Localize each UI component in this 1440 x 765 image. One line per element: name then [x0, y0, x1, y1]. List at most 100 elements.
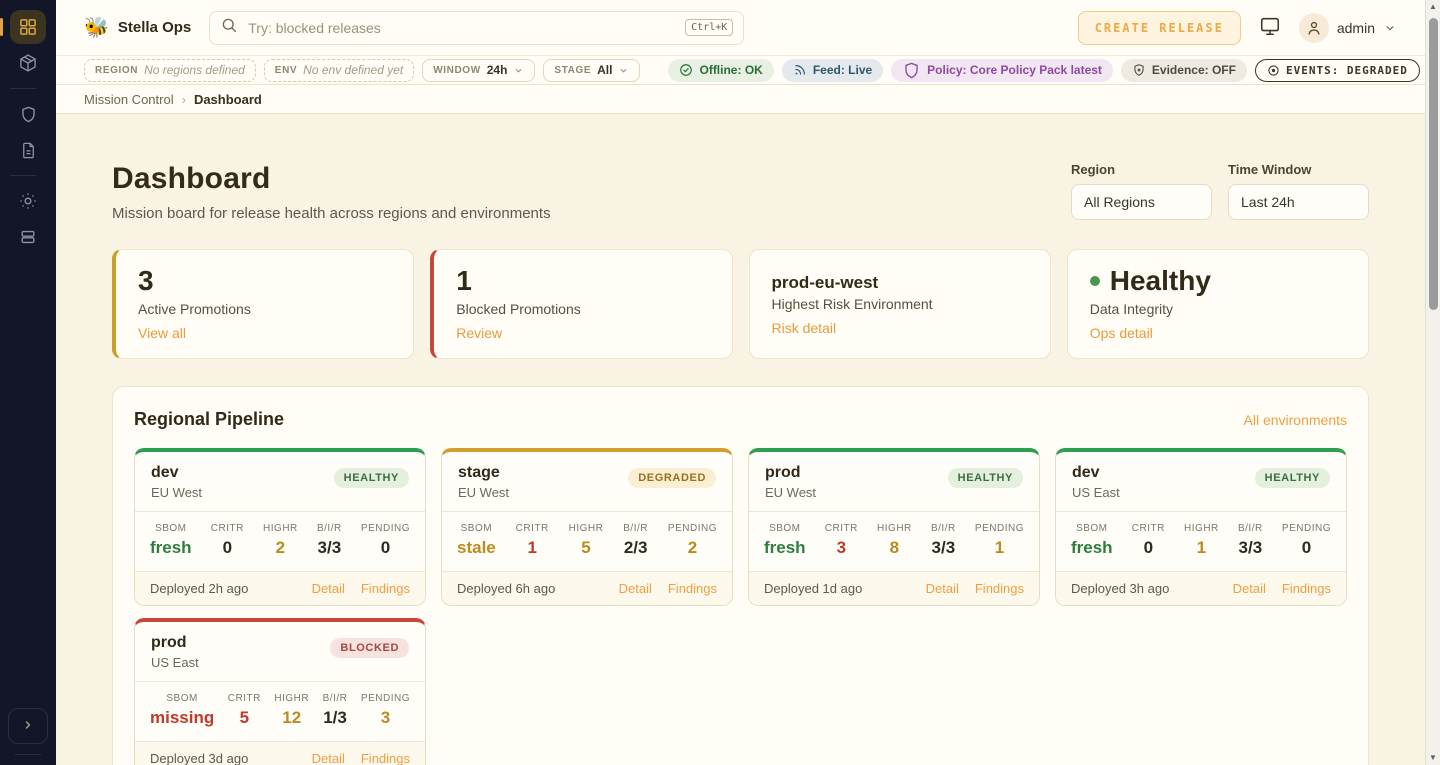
findings-link[interactable]: Findings — [975, 581, 1024, 596]
detail-link[interactable]: Detail — [926, 581, 959, 596]
regional-pipeline-section: Regional Pipeline All environments devEU… — [112, 386, 1369, 765]
pipeline-stat-value: 5 — [228, 708, 261, 728]
deployed-timestamp: Deployed 2h ago — [150, 581, 248, 596]
status-badge: HEALTHY — [334, 468, 409, 488]
pipeline-stat: PENDING2 — [668, 523, 717, 558]
all-environments-link[interactable]: All environments — [1244, 412, 1348, 428]
pipeline-stat: HIGHR8 — [877, 523, 912, 558]
status-badge-neutral[interactable]: Evidence: OFF — [1121, 59, 1247, 82]
pipeline-stat-value: fresh — [150, 538, 192, 558]
status-badge: BLOCKED — [330, 638, 409, 658]
findings-link[interactable]: Findings — [361, 581, 410, 596]
pipeline-stat: PENDING1 — [975, 523, 1024, 558]
page-title: Dashboard — [112, 162, 551, 196]
stat-label: Blocked Promotions — [456, 301, 709, 317]
environment-region: US East — [151, 655, 199, 670]
pipeline-stat-label: B/I/R — [317, 523, 342, 534]
pipeline-stat-label: CRITR — [1132, 523, 1165, 534]
stat-value: 3 — [138, 265, 391, 297]
search-input[interactable] — [248, 20, 685, 36]
pipeline-stat: CRITR5 — [228, 693, 261, 728]
chip-label: STAGE — [554, 65, 591, 76]
pipeline-stat-value: 3/3 — [317, 538, 342, 558]
search-icon — [220, 16, 238, 39]
pipeline-stat-value: stale — [457, 538, 496, 558]
time-window-filter-label: Time Window — [1228, 162, 1369, 177]
findings-link[interactable]: Findings — [668, 581, 717, 596]
env-filter-chip[interactable]: ENVNo env defined yet — [264, 59, 414, 82]
events-status-pill[interactable]: EVENTS: DEGRADED — [1255, 59, 1420, 82]
chip-value: All — [597, 63, 612, 77]
breadcrumb: Mission Control › Dashboard — [56, 85, 1425, 114]
pipeline-stat-value: 2 — [263, 538, 298, 558]
stat-card-link[interactable]: Review — [456, 325, 502, 341]
pipeline-card: devEU WestHEALTHYSBOMfreshCRITR0HIGHR2B/… — [134, 448, 426, 606]
chevron-down-icon — [513, 65, 524, 76]
pipeline-stat-value: fresh — [764, 538, 806, 558]
sidebar-item-file[interactable] — [10, 133, 46, 167]
scroll-down-arrow-icon[interactable]: ▼ — [1429, 751, 1437, 765]
vertical-scrollbar[interactable]: ▲ ▼ — [1425, 0, 1440, 765]
pipeline-stat: HIGHR1 — [1184, 523, 1219, 558]
display-mode-button[interactable] — [1259, 15, 1281, 40]
stat-card-link[interactable]: Ops detail — [1090, 325, 1153, 341]
stage-filter-chip[interactable]: STAGE All — [543, 59, 640, 82]
pipeline-stat: HIGHR12 — [274, 693, 309, 728]
sidebar-divider — [10, 175, 36, 176]
scroll-up-arrow-icon[interactable]: ▲ — [1429, 0, 1437, 14]
pipeline-stat-label: PENDING — [1282, 523, 1331, 534]
pipeline-stat: SBOM fresh — [150, 523, 192, 558]
user-menu[interactable]: admin — [1299, 13, 1397, 43]
sidebar-item-grid[interactable] — [10, 10, 46, 44]
pipeline-stat: B/I/R 3/3 — [317, 523, 342, 558]
window-filter-chip[interactable]: WINDOW24h — [422, 59, 535, 82]
environment-name: prod — [151, 634, 199, 652]
pipeline-stat-label: B/I/R — [323, 693, 348, 704]
region-select[interactable]: All Regions — [1071, 184, 1212, 220]
scrollbar-thumb[interactable] — [1429, 18, 1438, 310]
pipeline-stat: B/I/R3/3 — [931, 523, 956, 558]
deployed-timestamp: Deployed 1d ago — [764, 581, 862, 596]
status-badge-policy[interactable]: Policy: Core Policy Pack latest — [891, 59, 1113, 82]
sidebar-item-shield[interactable] — [10, 97, 46, 131]
detail-link[interactable]: Detail — [312, 751, 345, 765]
status-badge: HEALTHY — [1255, 468, 1330, 488]
pipeline-stat-label: SBOM — [150, 523, 192, 534]
health-dot-icon — [1090, 276, 1100, 286]
detail-link[interactable]: Detail — [1233, 581, 1266, 596]
check-circle-icon — [679, 63, 693, 77]
pipeline-stat: CRITR0 — [211, 523, 244, 558]
findings-link[interactable]: Findings — [361, 751, 410, 765]
status-badge-info[interactable]: Feed: Live — [782, 59, 883, 82]
stat-card: prod-eu-westHighest Risk EnvironmentRisk… — [749, 249, 1051, 359]
status-badge-success[interactable]: Offline: OK — [668, 59, 773, 82]
time-window-select[interactable]: Last 24h — [1228, 184, 1369, 220]
stat-label: Data Integrity — [1090, 301, 1346, 317]
sidebar-item-package[interactable] — [10, 46, 46, 80]
pipeline-stat-value: 3/3 — [1238, 538, 1263, 558]
region-filter-chip[interactable]: REGIONNo regions defined — [84, 59, 256, 82]
stat-card: 3Active PromotionsView all — [112, 249, 414, 359]
breadcrumb-parent[interactable]: Mission Control — [84, 92, 174, 107]
chevron-right-icon — [19, 716, 37, 737]
sidebar-item-server[interactable] — [10, 220, 46, 254]
pipeline-card: prodUS EastBLOCKEDSBOMmissingCRITR5HIGHR… — [134, 618, 426, 765]
sidebar-item-gear[interactable] — [10, 184, 46, 218]
detail-link[interactable]: Detail — [619, 581, 652, 596]
pipeline-stat-value: 0 — [361, 538, 410, 558]
environment-name: dev — [151, 464, 202, 482]
environment-name: prod — [765, 464, 816, 482]
pipeline-stat-label: PENDING — [361, 523, 410, 534]
stat-card-link[interactable]: Risk detail — [772, 320, 837, 336]
detail-link[interactable]: Detail — [312, 581, 345, 596]
pipeline-stat-label: HIGHR — [877, 523, 912, 534]
findings-link[interactable]: Findings — [1282, 581, 1331, 596]
status-badge: HEALTHY — [948, 468, 1023, 488]
global-search[interactable]: Ctrl+K — [209, 11, 744, 45]
stat-card-link[interactable]: View all — [138, 325, 186, 341]
deployed-timestamp: Deployed 6h ago — [457, 581, 555, 596]
create-release-button[interactable]: CREATE RELEASE — [1078, 11, 1241, 45]
pipeline-stat-value: 0 — [1282, 538, 1331, 558]
sidebar-collapse-button[interactable] — [8, 708, 48, 744]
pipeline-stat: CRITR1 — [516, 523, 549, 558]
